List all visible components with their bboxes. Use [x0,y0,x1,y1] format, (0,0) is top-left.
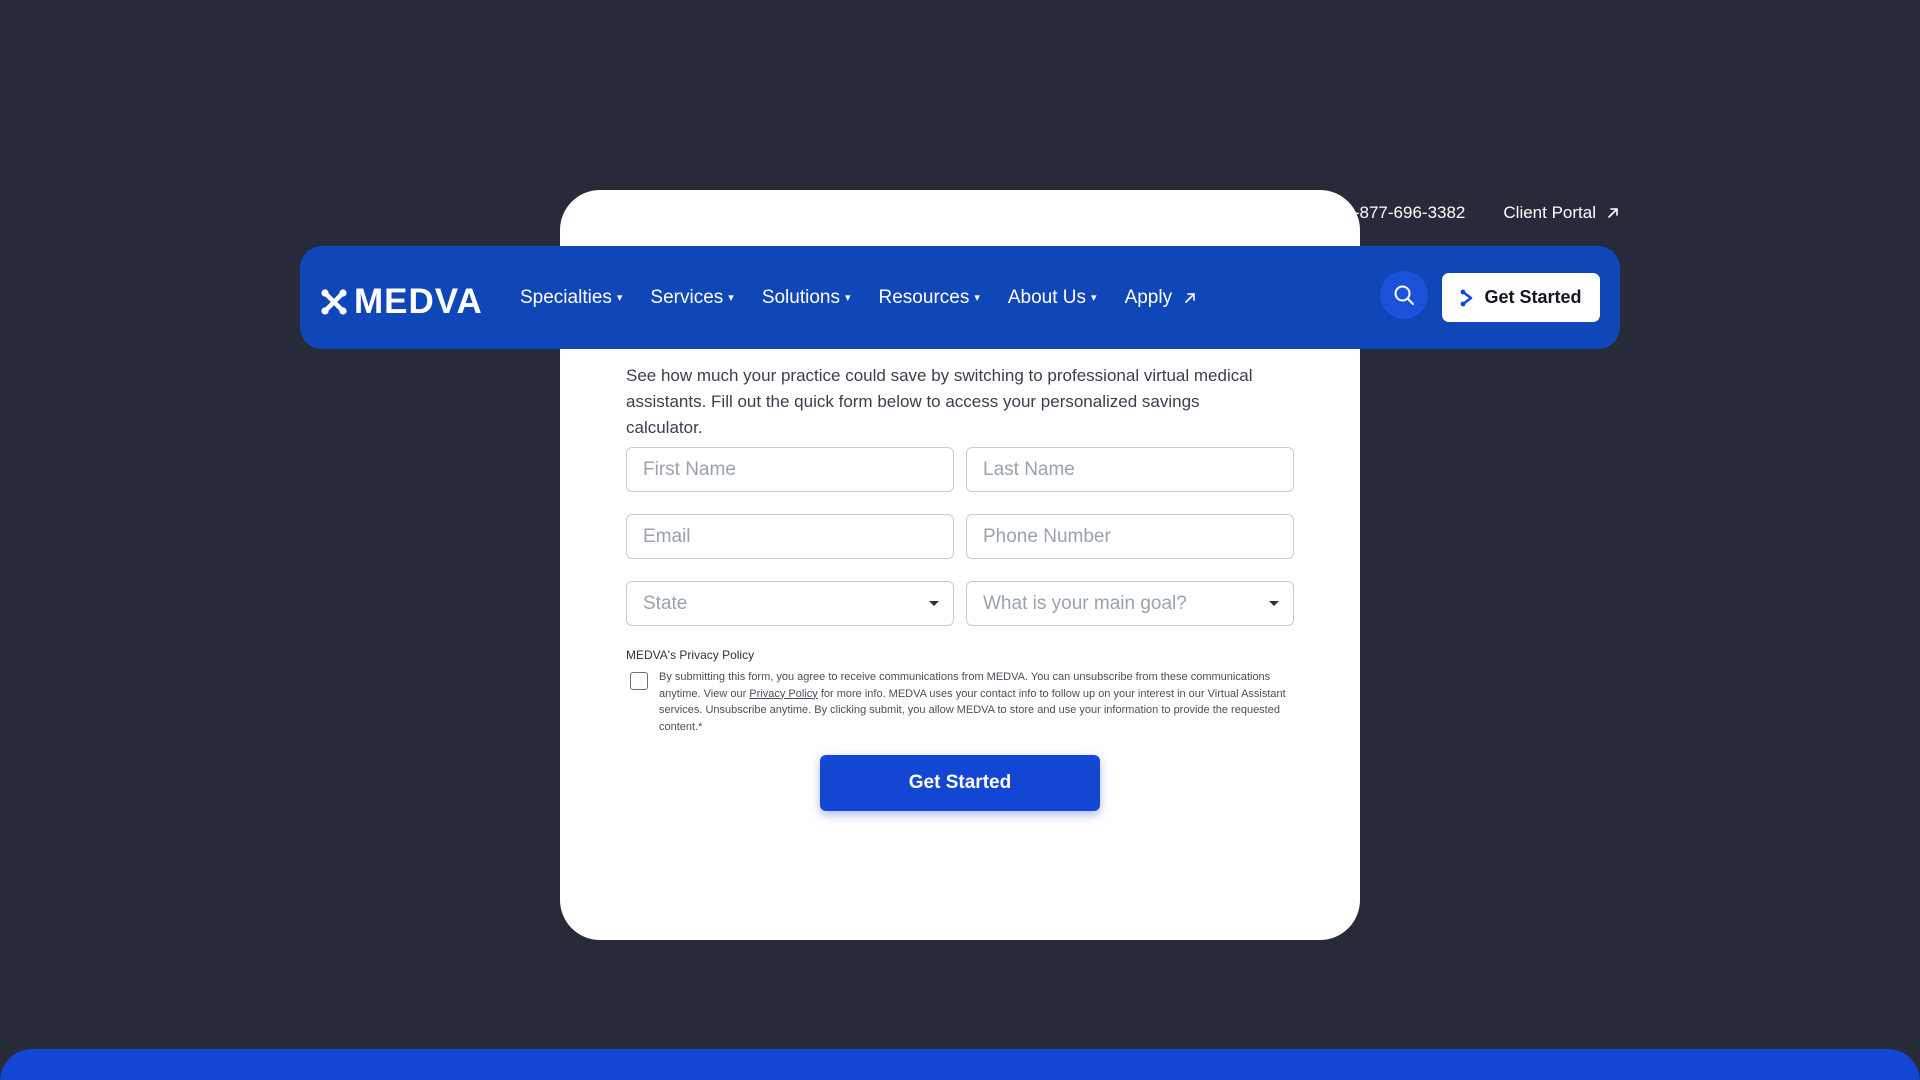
brand-wordmark: MEDVA [354,282,483,321]
nav-item-label: Apply [1124,286,1173,308]
nav-item-resources[interactable]: Resources ▾ [879,287,980,309]
nav-item-solutions[interactable]: Solutions ▾ [762,287,851,309]
state-select-placeholder: State [643,592,688,614]
client-portal-label: Client Portal [1503,203,1596,222]
nav-item-label: About Us [1007,286,1087,308]
caret-down-icon: ▾ [844,292,851,304]
caret-down-icon [929,601,939,606]
search-icon [1394,285,1414,305]
email-input[interactable] [626,514,954,559]
consent-checkbox[interactable] [630,672,648,690]
external-link-icon [1185,292,1195,303]
nav-item-label: Solutions [761,286,840,308]
privacy-policy-title: MEDVA's Privacy Policy [626,648,755,662]
state-select[interactable]: State [626,581,954,626]
consent-text: By submitting this form, you agree to re… [659,669,1293,735]
first-name-input[interactable] [626,447,954,492]
nav-item-label: Specialties [520,286,612,308]
caret-down-icon: ▾ [728,292,734,304]
privacy-policy-link[interactable]: Privacy Policy [749,688,817,700]
nav-menu: Specialties ▾ Services ▾ Solutions ▾ Res… [520,246,1197,349]
page: 1-877-696-3382 Client Portal See how muc… [0,0,1920,1080]
nav-item-apply[interactable]: Apply [1125,287,1198,309]
external-link-icon [1608,208,1618,218]
nav-item-services[interactable]: Services ▾ [650,287,733,309]
get-started-nav-label: Get Started [1484,287,1582,307]
client-portal-link[interactable]: Client Portal [1503,203,1620,223]
chevron-branch-icon [1461,289,1473,306]
main-nav: MEDVA Specialties ▾ Services ▾ Solutions… [300,246,1620,349]
form-intro: See how much your practice could save by… [626,366,1253,437]
caret-down-icon: ▾ [1091,292,1097,304]
medva-logo-icon [321,289,347,315]
submit-button[interactable]: Get Started [820,755,1100,811]
search-button[interactable] [1380,271,1428,319]
phone-input[interactable] [966,514,1294,559]
nav-item-label: Resources [878,286,970,308]
caret-down-icon [1269,601,1279,606]
goal-select[interactable]: What is your main goal? [966,581,1294,626]
goal-select-placeholder: What is your main goal? [983,592,1187,614]
caret-down-icon: ▾ [974,292,980,304]
footer-band [0,1049,1920,1080]
nav-item-specialties[interactable]: Specialties ▾ [520,287,622,309]
nav-item-about-us[interactable]: About Us ▾ [1008,287,1097,309]
brand-logo[interactable]: MEDVA [320,282,483,322]
utility-bar: 1-877-696-3382 Client Portal [1344,203,1620,223]
last-name-input[interactable] [966,447,1294,492]
phone-link[interactable]: 1-877-696-3382 [1344,203,1465,223]
caret-down-icon: ▾ [616,292,623,304]
nav-item-label: Services [650,286,724,308]
get-started-nav-button[interactable]: Get Started [1442,273,1600,322]
